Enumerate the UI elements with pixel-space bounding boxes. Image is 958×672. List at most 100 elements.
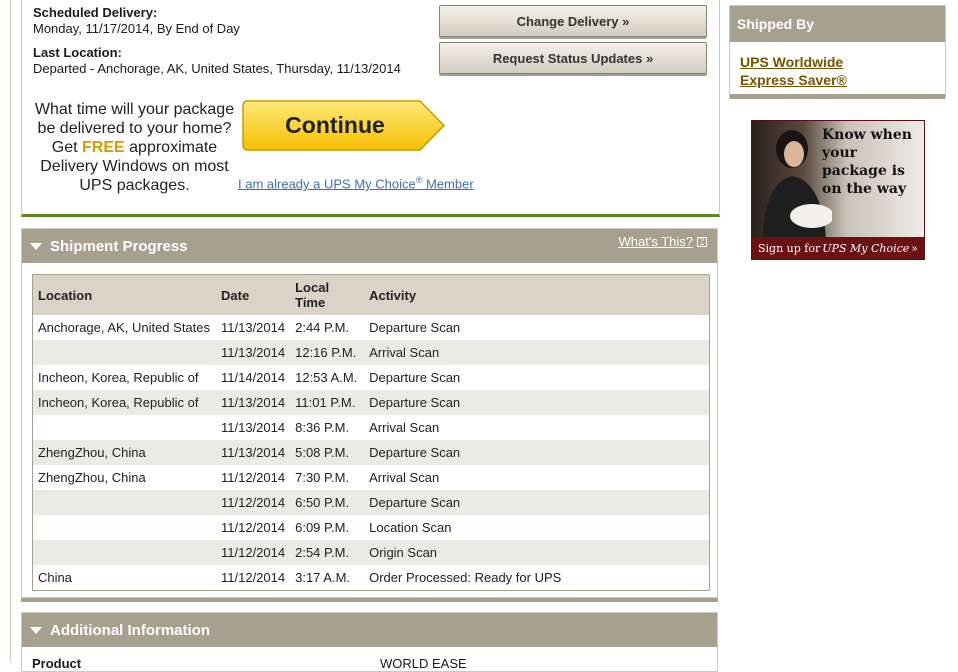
shipment-progress-table-wrapper: Location Date Local Time Activity Anchor… [32, 274, 710, 591]
table-row: China 11/12/2014 3:17 A.M. Order Processed:… [33, 565, 709, 590]
left-page-border [10, 0, 11, 662]
cell-local-time: 6:50 P.M. [290, 490, 365, 515]
shipment-progress-table: Location Date Local Time Activity Anchor… [33, 275, 709, 590]
cell-local-time: 3:17 A.M. [295, 570, 351, 585]
cell-activity: Departure Scan [364, 440, 709, 465]
shipment-progress-title: Shipment Progress [50, 237, 188, 255]
cell-date: 11/14/2014 [221, 370, 286, 385]
column-header-local-time: Local Time [290, 275, 365, 315]
shipment-progress-header[interactable]: Shipment Progress What's This? ? [22, 229, 717, 263]
additional-info-value: WORLD EASE [380, 656, 467, 671]
promo-question: What time will your package be delivered… [34, 101, 235, 137]
request-status-updates-button[interactable]: Request Status Updates » [439, 42, 707, 74]
cell-local-time: 2:44 P.M. [295, 320, 350, 335]
cell-activity: Departure Scan [369, 320, 461, 335]
member-link-text: I am already a UPS My Choice [238, 176, 416, 192]
cell-local-time: 7:30 P.M. [295, 470, 350, 485]
cell-date: 11/12/2014 [221, 470, 286, 485]
cell-location: Incheon, Korea, Republic of [38, 370, 199, 385]
continue-label: Continue [285, 112, 385, 138]
table-row: 11/12/2014 6:50 P.M. Departure Scan [33, 490, 709, 515]
service-type-link[interactable]: UPS Worldwide Express Saver® [740, 53, 847, 89]
ad-cta-brand: UPS My Choice [822, 241, 910, 255]
table-row: Incheon, Korea, Republic of 11/14/2014 12:… [33, 365, 709, 390]
shipped-by-bottom-rule [730, 94, 945, 99]
table-row: 11/12/2014 6:09 P.M. Location Scan [33, 515, 709, 540]
cell-location [33, 540, 216, 565]
promo-free: FREE [82, 139, 125, 156]
cell-activity: Origin Scan [364, 540, 709, 565]
ad-cta-arrow: » [911, 241, 918, 255]
table-row: 11/13/2014 12:16 P.M. Arrival Scan [33, 340, 709, 365]
table-row: Incheon, Korea, Republic of 11/13/2014 11:… [33, 390, 709, 415]
delivery-summary-card: Scheduled Delivery: Monday, 11/17/2014, … [21, 0, 720, 217]
scheduled-delivery-label: Scheduled Delivery: [33, 5, 158, 20]
cell-activity: Order Processed: Ready for UPS [369, 570, 562, 585]
my-choice-ad-banner[interactable]: Know when your package is on the way Sig… [751, 120, 925, 260]
cell-date: 11/13/2014 [221, 320, 286, 335]
cell-date: 11/13/2014 [216, 340, 291, 365]
cell-activity: Location Scan [369, 520, 452, 535]
my-choice-promo-text: What time will your package be delivered… [32, 100, 237, 195]
cell-location: ZhengZhou, China [38, 470, 146, 485]
shipment-progress-bottom-rule [21, 598, 718, 602]
additional-info-header[interactable]: Additional Information [22, 613, 717, 647]
help-icon: ? [697, 236, 707, 247]
cell-activity: Arrival Scan [369, 470, 440, 485]
table-row: ZhengZhou, China 11/13/2014 5:08 P.M. Depar… [33, 440, 709, 465]
shipped-by-box: Shipped By UPS Worldwide Express Saver® [729, 5, 946, 99]
ad-cta-bar: Sign up for UPS My Choice » [752, 237, 924, 259]
shipment-progress-section: Shipment Progress What's This? ? Locatio… [21, 228, 718, 598]
whats-this-link[interactable]: What's This? ? [618, 234, 707, 249]
collapse-triangle-icon [30, 242, 42, 250]
table-row: 11/12/2014 2:54 P.M. Origin Scan [33, 540, 709, 565]
member-link-end: Member [422, 176, 474, 192]
cell-location [33, 515, 216, 540]
last-location-label: Last Location: [33, 45, 122, 60]
cell-local-time: 2:54 P.M. [290, 540, 365, 565]
scheduled-delivery-value: Monday, 11/17/2014, By End of Day [33, 21, 240, 36]
ad-cta-prefix: Sign up for [758, 241, 821, 255]
my-choice-member-link[interactable]: I am already a UPS My Choice® Member [238, 175, 474, 191]
shipped-by-title: Shipped By [730, 6, 945, 42]
additional-info-label: Product [32, 656, 82, 671]
service-line-1: UPS Worldwide [740, 54, 844, 70]
cell-local-time: 12:16 P.M. [290, 340, 365, 365]
cell-location: China [38, 570, 72, 585]
whats-this-text: What's This? [618, 234, 694, 249]
cell-date: 11/12/2014 [221, 520, 286, 535]
column-header-location: Location [33, 275, 216, 315]
collapse-triangle-icon [30, 626, 42, 634]
table-row: Anchorage, AK, United States 11/13/2014 2:… [33, 315, 709, 340]
cell-activity: Arrival Scan [369, 420, 440, 435]
cell-location: ZhengZhou, China [33, 440, 216, 465]
table-header-row: Location Date Local Time Activity [33, 275, 709, 315]
additional-info-title: Additional Information [50, 621, 210, 639]
column-header-date: Date [216, 275, 291, 315]
cell-local-time: 5:08 P.M. [290, 440, 365, 465]
cell-location: Incheon, Korea, Republic of [33, 390, 216, 415]
woman-photo-image [762, 130, 832, 239]
cell-local-time: 8:36 P.M. [295, 420, 350, 435]
ad-headline: Know when your package is on the way [822, 127, 912, 197]
cell-location: Anchorage, AK, United States [38, 320, 210, 335]
cell-location [33, 415, 216, 440]
continue-button[interactable]: Continue [242, 100, 446, 151]
column-header-activity: Activity [364, 275, 709, 315]
cell-date: 11/12/2014 [216, 490, 291, 515]
cell-location [33, 340, 216, 365]
cell-date: 11/12/2014 [221, 570, 286, 585]
cell-date: 11/13/2014 [221, 420, 286, 435]
cell-local-time: 6:09 P.M. [295, 520, 350, 535]
cell-date: 11/12/2014 [216, 540, 291, 565]
additional-info-section: Additional Information Product WORLD EAS… [21, 612, 718, 672]
change-delivery-button[interactable]: Change Delivery » [439, 5, 707, 37]
cell-location [33, 490, 216, 515]
table-row: 11/13/2014 8:36 P.M. Arrival Scan [33, 415, 709, 440]
cell-activity: Arrival Scan [364, 340, 709, 365]
cell-activity: Departure Scan [364, 490, 709, 515]
cell-date: 11/13/2014 [216, 390, 291, 415]
service-line-2: Express Saver® [740, 72, 847, 88]
cell-date: 11/13/2014 [216, 440, 291, 465]
cell-activity: Departure Scan [364, 390, 709, 415]
